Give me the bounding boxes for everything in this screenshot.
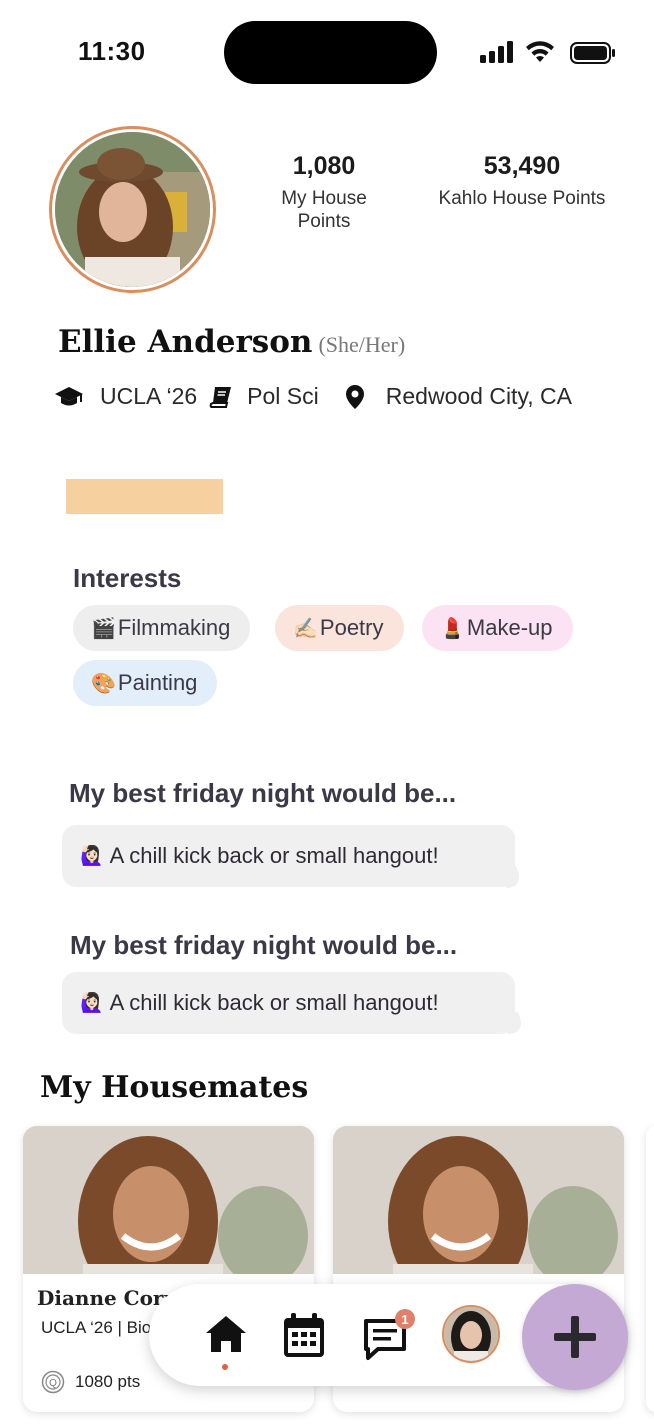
interest-emoji: ✍🏻	[293, 617, 318, 640]
nav-active-dot	[222, 1364, 228, 1370]
my-points-label: My House Points	[281, 188, 367, 232]
signal-icon	[480, 41, 514, 63]
prompt-question: My best friday night would be...	[69, 778, 457, 808]
graduation-cap-icon	[55, 386, 83, 405]
interest-label: Filmmaking	[117, 615, 231, 640]
housemate-points: Q 1080 pts	[41, 1370, 140, 1394]
nav-calendar[interactable]	[281, 1311, 327, 1359]
plus-icon	[554, 1316, 596, 1358]
housemate-info: UCLA ‘26 | Bio	[41, 1318, 152, 1337]
interest-chip[interactable]: 💄 Make-up	[422, 605, 573, 651]
house-points-value: 53,490	[483, 152, 561, 180]
profile-pronouns: (She/Her)	[318, 332, 406, 357]
interest-chip[interactable]: 🎬 Filmmaking	[73, 605, 251, 651]
profile-location: Redwood City, CA	[385, 383, 572, 409]
nav-home[interactable]	[201, 1312, 251, 1356]
book-icon	[209, 386, 232, 408]
profile-school: UCLA ‘26	[100, 383, 198, 409]
profile-photo	[55, 132, 210, 287]
prompt-emoji: 🙋🏻‍♀️	[80, 846, 104, 867]
interest-chip[interactable]: 🎨 Painting	[73, 660, 218, 706]
interest-emoji: 🎬	[91, 617, 116, 640]
interest-emoji: 💄	[440, 617, 465, 640]
chat-badge: 1	[395, 1309, 415, 1329]
interest-label: Make-up	[466, 615, 553, 640]
interest-label: Painting	[117, 670, 198, 695]
house-color-bar	[66, 479, 223, 514]
housemate-photo	[333, 1126, 624, 1274]
profile-avatar-icon	[444, 1307, 498, 1361]
interest-emoji: 🎨	[91, 672, 116, 695]
svg-text:Q: Q	[49, 1378, 57, 1389]
housemate-photo	[23, 1126, 314, 1274]
points-coin-icon: Q	[41, 1370, 65, 1394]
profile-major: Pol Sci	[247, 383, 319, 409]
housemates-title: My Housemates	[40, 1070, 309, 1105]
house-points-stat: 53,490 Kahlo House Points	[424, 152, 620, 210]
prompt-answer: A chill kick back or small hangout!	[109, 990, 439, 1015]
prompt-emoji: 🙋🏻‍♀️	[80, 993, 104, 1014]
interest-chip[interactable]: ✍🏻 Poetry	[275, 605, 404, 651]
profile-name-text: Ellie Anderson	[58, 324, 313, 360]
profile-avatar[interactable]	[49, 126, 216, 293]
status-time: 11:30	[78, 36, 146, 66]
my-points-value: 1,080	[292, 152, 356, 180]
house-points-label: Kahlo House Points	[438, 188, 606, 209]
interest-label: Poetry	[319, 615, 384, 640]
profile-info-row: UCLA ‘26 Pol Sci Redwood City, CA	[54, 383, 572, 410]
nav-profile[interactable]	[442, 1305, 500, 1363]
location-pin-icon	[345, 384, 364, 409]
dynamic-island	[224, 21, 437, 84]
prompt-question: My best friday night would be...	[70, 930, 458, 960]
prompt-answer-bubble: 🙋🏻‍♀️ A chill kick back or small hangout…	[62, 825, 515, 887]
housemate-card-peek[interactable]	[646, 1126, 654, 1412]
housemate-points-text: 1080 pts	[75, 1372, 141, 1391]
add-button[interactable]	[522, 1284, 628, 1390]
calendar-icon	[284, 1313, 324, 1357]
prompt-answer: A chill kick back or small hangout!	[109, 843, 439, 868]
profile-name: Ellie Anderson (She/Her)	[58, 324, 405, 360]
wifi-icon	[526, 41, 554, 62]
battery-icon	[570, 42, 615, 64]
my-points-stat: 1,080 My House Points	[262, 152, 386, 233]
prompt-answer-bubble: 🙋🏻‍♀️ A chill kick back or small hangout…	[62, 972, 515, 1034]
interests-title: Interests	[73, 563, 182, 593]
home-icon	[206, 1316, 246, 1352]
